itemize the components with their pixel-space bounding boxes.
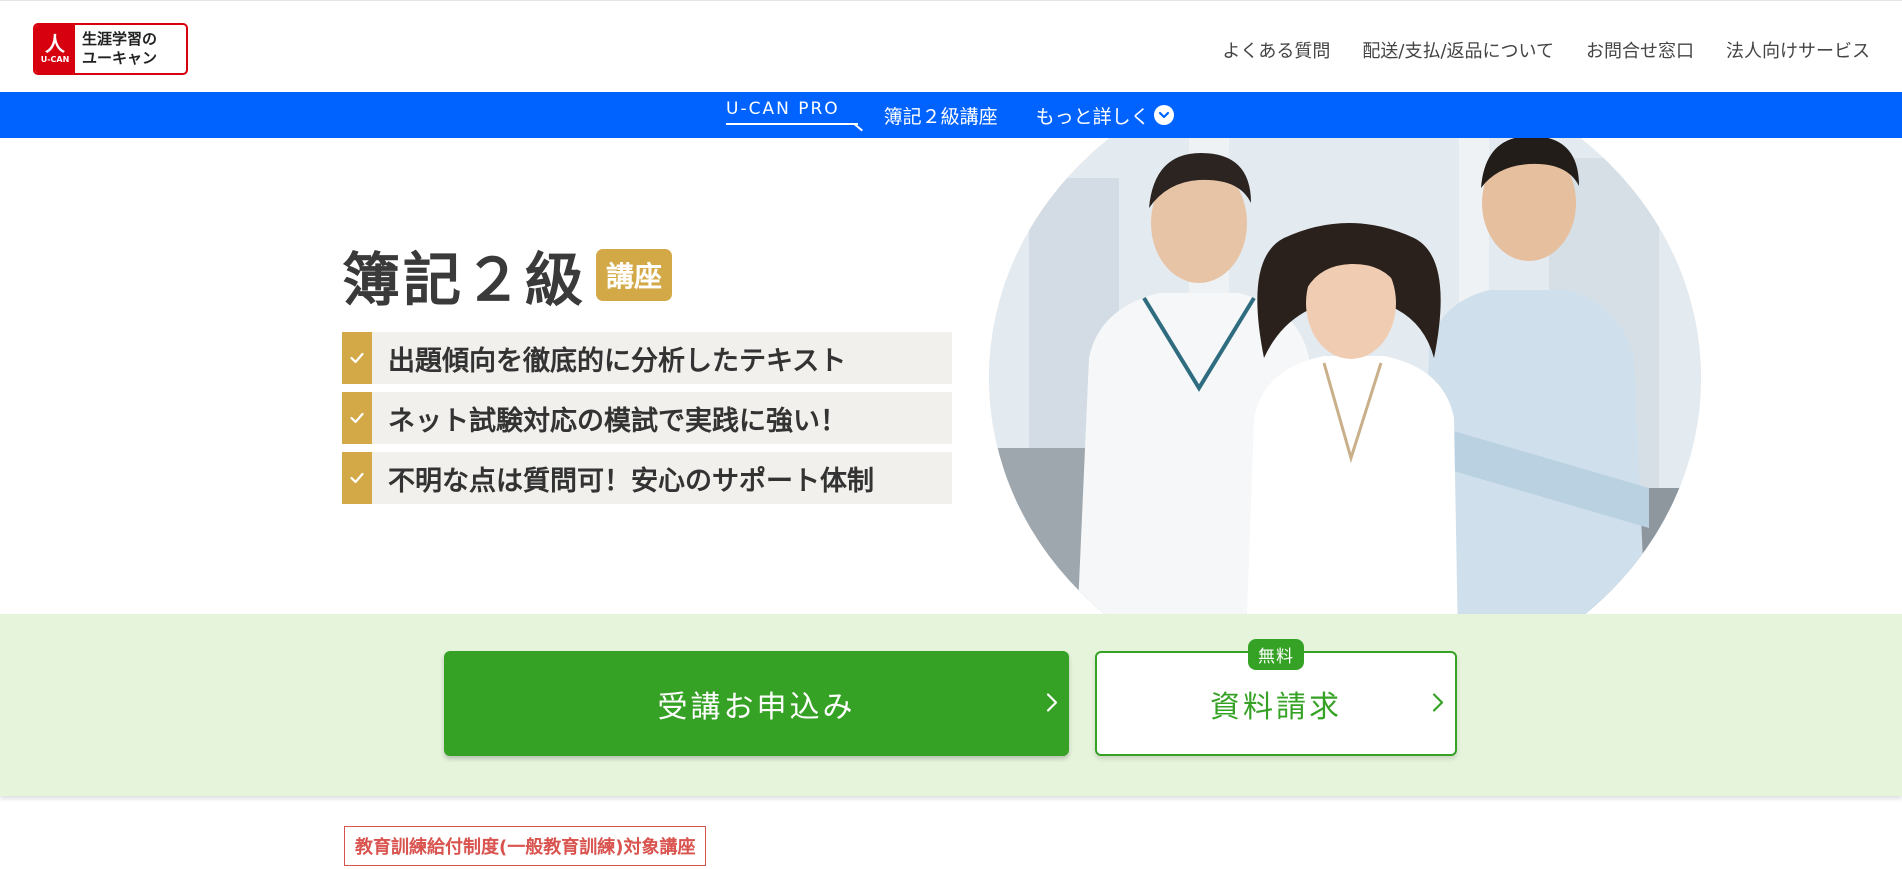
request-brochure-label: 資料請求 [1210,689,1342,725]
logo-text: 生涯学習の ユーキャン [75,25,186,73]
course-subnav: U-CAN PRO 簿記２級講座 もっと詳しく [0,92,1902,138]
check-icon [342,332,372,384]
nav-link-faq[interactable]: よくある質問 [1222,37,1330,63]
subnav-course-link[interactable]: 簿記２級講座 [884,102,998,129]
chevron-right-icon [1045,686,1059,721]
ucan-person-icon: 人 [45,32,65,56]
feature-item: 出題傾向を徹底的に分析したテキスト [342,332,952,384]
header-nav: よくある質問 配送/支払/返品について お問合せ窓口 法人向けサービス [1222,37,1870,63]
feature-list: 出題傾向を徹底的に分析したテキスト ネット試験対応の模試で実践に強い！ 不明な点… [342,332,952,512]
course-badge: 講座 [596,249,673,301]
cta-band: 受講お申込み 無料 資料請求 [0,614,1902,796]
logo-line-1: 生涯学習の [82,30,158,48]
feature-text: ネット試験対応の模試で実践に強い！ [388,405,847,437]
nav-link-contact[interactable]: お問合せ窓口 [1586,37,1694,63]
check-icon [342,452,372,504]
subnav-more-toggle[interactable]: もっと詳しく [1036,102,1174,129]
course-title: 簿記２級 [342,246,587,314]
chevron-right-icon [1431,686,1445,721]
ucan-brand-text: U-CAN [40,55,70,64]
chevron-down-icon [1153,105,1174,125]
ucan-logo[interactable]: 人 U-CAN 生涯学習の ユーキャン [33,23,188,75]
apply-course-label: 受講お申込み [657,689,856,725]
subnav-more-label: もっと詳しく [1035,105,1150,128]
hero-title: 簿記２級 講座 [342,233,673,317]
hero-section: 簿記２級 講座 出題傾向を徹底的に分析したテキスト ネット試験対応の模試で実践に… [0,138,1902,614]
check-icon [342,392,372,444]
ucan-logo-mark: 人 U-CAN [35,25,75,73]
ucan-pro-logo[interactable]: U-CAN PRO [726,99,858,125]
hero-photo-three-staff [989,138,1701,614]
logo-line-2: ユーキャン [82,49,158,67]
request-brochure-button[interactable]: 無料 資料請求 [1095,639,1457,756]
feature-text: 不明な点は質問可！安心のサポート体制 [388,465,874,497]
site-header: 人 U-CAN 生涯学習の ユーキャン よくある質問 配送/支払/返品について … [0,4,1902,92]
feature-item: ネット試験対応の模試で実践に強い！ [342,392,952,444]
nav-link-corporate-services[interactable]: 法人向けサービス [1726,37,1870,63]
feature-text: 出題傾向を徹底的に分析したテキスト [388,345,847,377]
subnav-inner: U-CAN PRO 簿記２級講座 もっと詳しく [726,92,1174,138]
nav-link-shipping-payment-returns[interactable]: 配送/支払/返品について [1362,37,1554,63]
apply-course-button[interactable]: 受講お申込み [444,651,1069,756]
training-benefit-tag: 教育訓練給付制度(一般教育訓練)対象講座 [344,826,707,866]
person-center [1247,223,1458,614]
feature-item: 不明な点は質問可！安心のサポート体制 [342,452,952,504]
free-badge: 無料 [1248,639,1304,670]
